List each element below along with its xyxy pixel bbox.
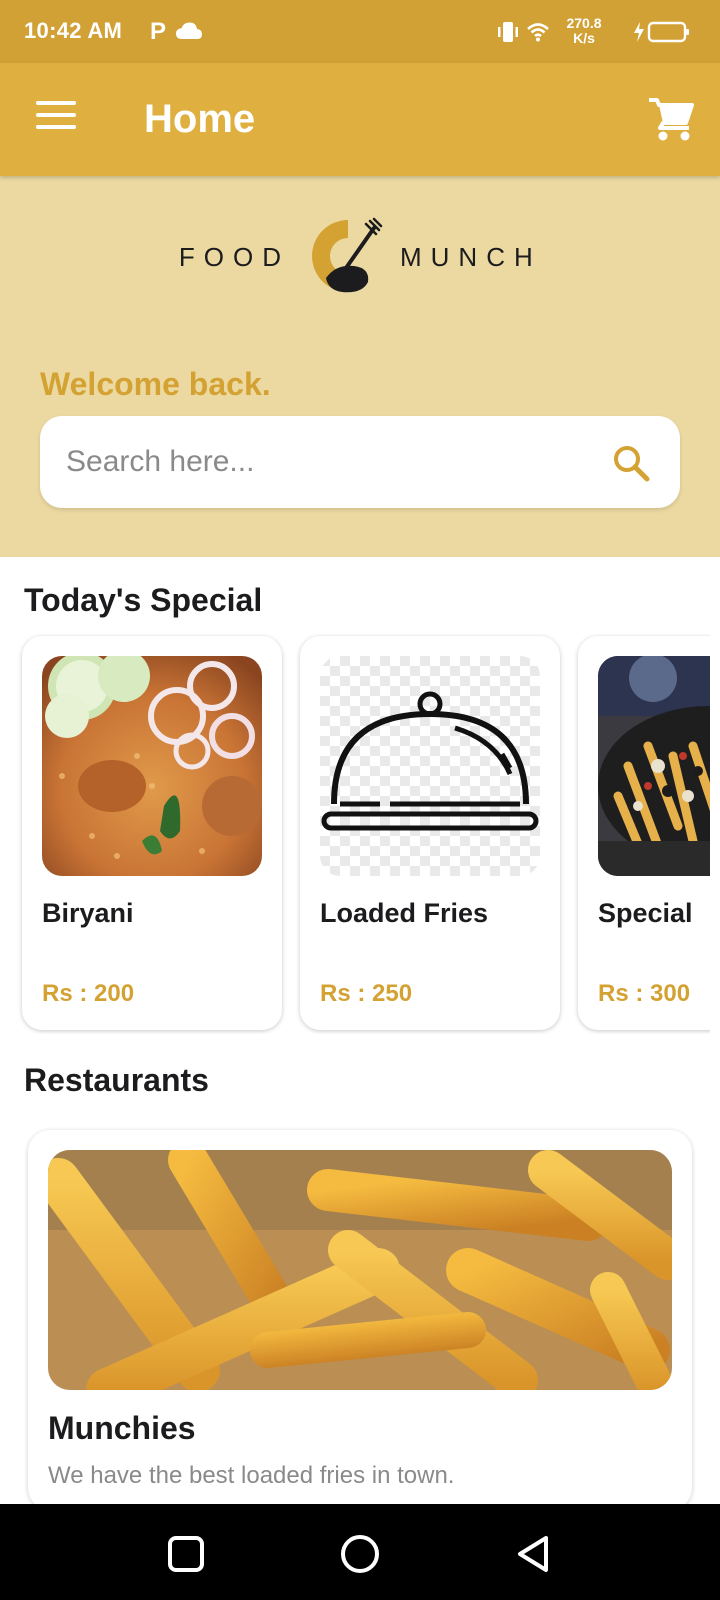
special-name: Biryani — [42, 898, 134, 928]
special-card[interactable]: Special Rs : 300 — [578, 636, 710, 1030]
page-title: Home — [144, 97, 256, 141]
special-name: Special — [598, 898, 693, 928]
hero-banner: FOOD MUNCH Welcome back. — [0, 176, 720, 557]
search-input[interactable] — [66, 438, 586, 486]
network-speed-unit: K/s — [573, 30, 595, 46]
special-price: Rs : 250 — [320, 980, 413, 1007]
food-munch-logo: FOOD MUNCH — [0, 216, 720, 296]
search-bar — [40, 416, 680, 508]
back-triangle-icon[interactable] — [512, 1532, 556, 1576]
special-price: Rs : 300 — [598, 980, 691, 1007]
special-price: Rs : 200 — [42, 980, 135, 1007]
system-nav-bar — [0, 1504, 720, 1600]
pizza-fries-photo — [598, 656, 710, 876]
biryani-photo — [42, 656, 262, 876]
battery-charging-icon — [634, 21, 689, 43]
fork-logo-icon — [312, 217, 383, 293]
recents-square-icon[interactable] — [164, 1532, 208, 1576]
status-bar: 10:42 AM P 270.8 K/s — [0, 0, 720, 63]
vibrate-icon — [498, 22, 518, 42]
logo-word-left: FOOD — [178, 242, 290, 272]
restaurant-card[interactable]: Munchies We have the best loaded fries i… — [28, 1130, 692, 1510]
restaurants-heading: Restaurants — [24, 1062, 209, 1098]
special-name: Loaded Fries — [320, 898, 489, 928]
cloud-icon — [176, 22, 202, 39]
specials-carousel[interactable]: Biryani Rs : 200 Loaded Fries Rs: 250 S… — [0, 634, 710, 1034]
home-circle-icon[interactable] — [338, 1532, 382, 1576]
shopping-cart-icon[interactable] — [648, 96, 694, 142]
network-speed-value: 270.8 — [566, 15, 602, 31]
fries-photo — [48, 1150, 672, 1390]
hamburger-menu-icon[interactable] — [36, 101, 76, 131]
parking-notification-icon: P — [150, 18, 167, 45]
app-bar: Home — [0, 63, 720, 176]
search-icon[interactable] — [612, 444, 650, 482]
todays-special-heading: Today's Special — [24, 582, 263, 618]
network-speed: 270.8 K/s — [556, 16, 612, 46]
status-time: 10:42 AM — [24, 18, 123, 43]
special-card[interactable]: Biryani Rs : 200 — [22, 636, 282, 1030]
wifi-icon — [527, 23, 549, 42]
restaurant-description: We have the best loaded fries in town. — [48, 1462, 455, 1489]
cloche-icon — [320, 656, 540, 876]
logo-word-right: MUNCH — [400, 242, 542, 272]
special-card[interactable]: Loaded Fries Rs : 250 — [300, 636, 560, 1030]
restaurant-name: Munchies — [48, 1410, 196, 1446]
welcome-heading: Welcome back. — [40, 366, 271, 402]
